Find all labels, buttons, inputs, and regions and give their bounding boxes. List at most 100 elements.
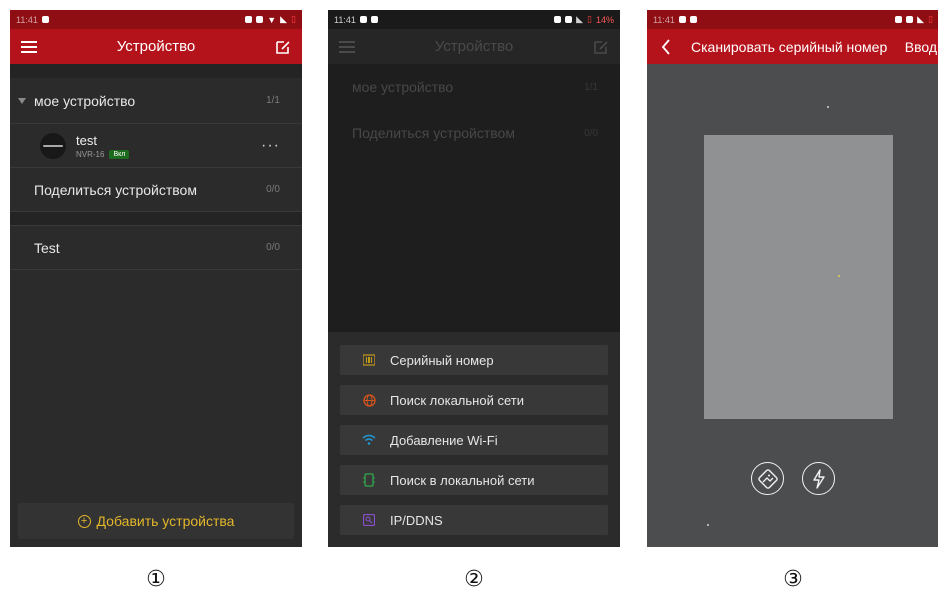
scan-actions: [647, 462, 938, 495]
device-list: мое устройство 1/1 test NVR-16 Вкл ··· П…: [10, 64, 302, 270]
battery-percent: 14%: [595, 14, 614, 25]
dimmed-row: Поделиться устройством 0/0: [352, 125, 598, 141]
share-label: Поделиться устройством: [34, 181, 197, 198]
back-chevron-icon: [661, 38, 670, 55]
alarm-icon: [906, 16, 914, 23]
more-options-button[interactable]: ···: [261, 137, 280, 155]
ip-ddns-option[interactable]: IP/DDNS: [340, 505, 608, 535]
notification-icon: [370, 16, 378, 23]
phone-screen-scan-serial: 11:41 ◣ ▯ Сканировать серийный номер Вво…: [647, 10, 938, 547]
device-model: NVR-16: [76, 149, 105, 159]
cell-signal-icon: ◣: [280, 14, 288, 24]
edit-button: [590, 36, 612, 58]
wifi-icon: [362, 433, 376, 447]
menu-button[interactable]: [18, 36, 40, 58]
title-bar: Сканировать серийный номер Ввод: [647, 29, 938, 64]
status-bar: 11:41 ◣ ▯: [647, 10, 938, 29]
expand-triangle-icon: [18, 97, 26, 104]
status-bar: 11:41 ▼ ◣ ▯: [10, 10, 302, 29]
section-divider: [10, 64, 302, 78]
speck: [827, 106, 829, 108]
speck: [838, 275, 840, 277]
group-row-test[interactable]: Test 0/0: [10, 226, 302, 270]
status-icons: ▼ ◣ ▯: [245, 14, 296, 25]
hamburger-icon: [339, 40, 355, 53]
option-label: Поиск локальной сети: [390, 392, 524, 408]
dimmed-row: мое устройство 1/1: [352, 79, 598, 95]
speck: [707, 524, 709, 526]
option-label: IP/DDNS: [390, 512, 443, 528]
wifi-add-option[interactable]: Добавление Wi-Fi: [340, 425, 608, 455]
notification-icon: [678, 16, 686, 23]
status-time: 11:41: [334, 14, 356, 25]
share-devices-row[interactable]: Поделиться устройством 0/0: [10, 168, 302, 212]
battery-icon: ▯: [928, 14, 933, 24]
serial-number-option[interactable]: Серийный номер: [340, 345, 608, 375]
status-bar: 11:41 ◣ ▯ 14%: [328, 10, 620, 29]
lan-search-option[interactable]: Поиск локальной сети: [340, 385, 608, 415]
add-devices-label: Добавить устройства: [96, 513, 235, 529]
share-count: 0/0: [266, 184, 280, 195]
device-row-test[interactable]: test NVR-16 Вкл ···: [10, 124, 302, 168]
local-network-search-option[interactable]: Поиск в локальной сети: [340, 465, 608, 495]
step-caption-2: ②: [464, 566, 484, 591]
title-bar: Устройство: [10, 29, 302, 64]
step-caption-3: ③: [783, 566, 803, 591]
back-button[interactable]: [655, 36, 677, 58]
manual-input-button[interactable]: Ввод: [905, 39, 937, 55]
sim-icon: [245, 16, 253, 23]
status-icons: ◣ ▯ 14%: [554, 14, 614, 25]
page-title: Сканировать серийный номер: [691, 38, 888, 55]
group-count: 1/1: [266, 95, 280, 106]
battery-icon: ▯: [291, 14, 296, 24]
add-devices-button[interactable]: + Добавить устройства: [18, 503, 294, 539]
hamburger-icon: [21, 40, 37, 53]
option-label: Добавление Wi-Fi: [390, 432, 498, 448]
flash-icon: [812, 468, 825, 489]
edit-button[interactable]: [272, 36, 294, 58]
phone-screen-device-list: 11:41 ▼ ◣ ▯ Устройство мое устройство 1/…: [10, 10, 302, 547]
step-caption-1: ①: [146, 566, 166, 591]
page-title: Устройство: [434, 38, 514, 55]
alarm-icon: [565, 16, 573, 23]
status-icons: ◣ ▯: [895, 14, 933, 25]
option-label: Поиск в локальной сети: [390, 472, 535, 488]
edit-icon: [594, 40, 608, 54]
add-method-sheet: Серийный номер Поиск локальной сети Доба…: [328, 332, 620, 547]
page-title: Устройство: [116, 38, 196, 55]
barcode-icon: [362, 353, 376, 367]
status-time: 11:41: [653, 14, 675, 25]
gallery-icon: [757, 468, 778, 489]
sim-icon: [895, 16, 903, 23]
battery-icon: ▯: [587, 14, 592, 24]
cell-signal-icon: ◣: [576, 14, 584, 24]
gallery-button[interactable]: [751, 462, 784, 495]
option-label: Серийный номер: [390, 352, 494, 368]
sim-icon: [554, 16, 562, 23]
nvr-device-icon: [40, 132, 66, 159]
section-divider: [10, 212, 302, 226]
title-bar-dimmed: Устройство: [328, 29, 620, 64]
status-time: 11:41: [16, 14, 38, 25]
plus-circle-icon: +: [77, 514, 91, 528]
flashlight-button[interactable]: [802, 462, 835, 495]
device-name: test: [76, 132, 97, 148]
group2-label: Test: [34, 239, 60, 256]
dimmed-device-list: мое устройство 1/1 Поделиться устройство…: [328, 64, 620, 156]
wifi-signal-icon: ▼: [267, 14, 277, 25]
group-label: мое устройство: [34, 92, 136, 109]
menu-button: [336, 36, 358, 58]
scan-frame: [704, 135, 893, 419]
cell-signal-icon: ◣: [917, 14, 925, 24]
device-icon: [362, 473, 376, 487]
ip-icon: [362, 513, 376, 527]
notification-icon: [689, 16, 697, 23]
notification-icon: [41, 16, 49, 23]
alarm-icon: [256, 16, 264, 23]
globe-icon: [362, 393, 376, 407]
notification-icon: [359, 16, 367, 23]
group-row-my-devices[interactable]: мое устройство 1/1: [10, 78, 302, 124]
phone-screen-add-menu: 11:41 ◣ ▯ 14% Устройство мое устройство …: [328, 10, 620, 547]
edit-icon: [276, 40, 290, 54]
group2-count: 0/0: [266, 242, 280, 253]
